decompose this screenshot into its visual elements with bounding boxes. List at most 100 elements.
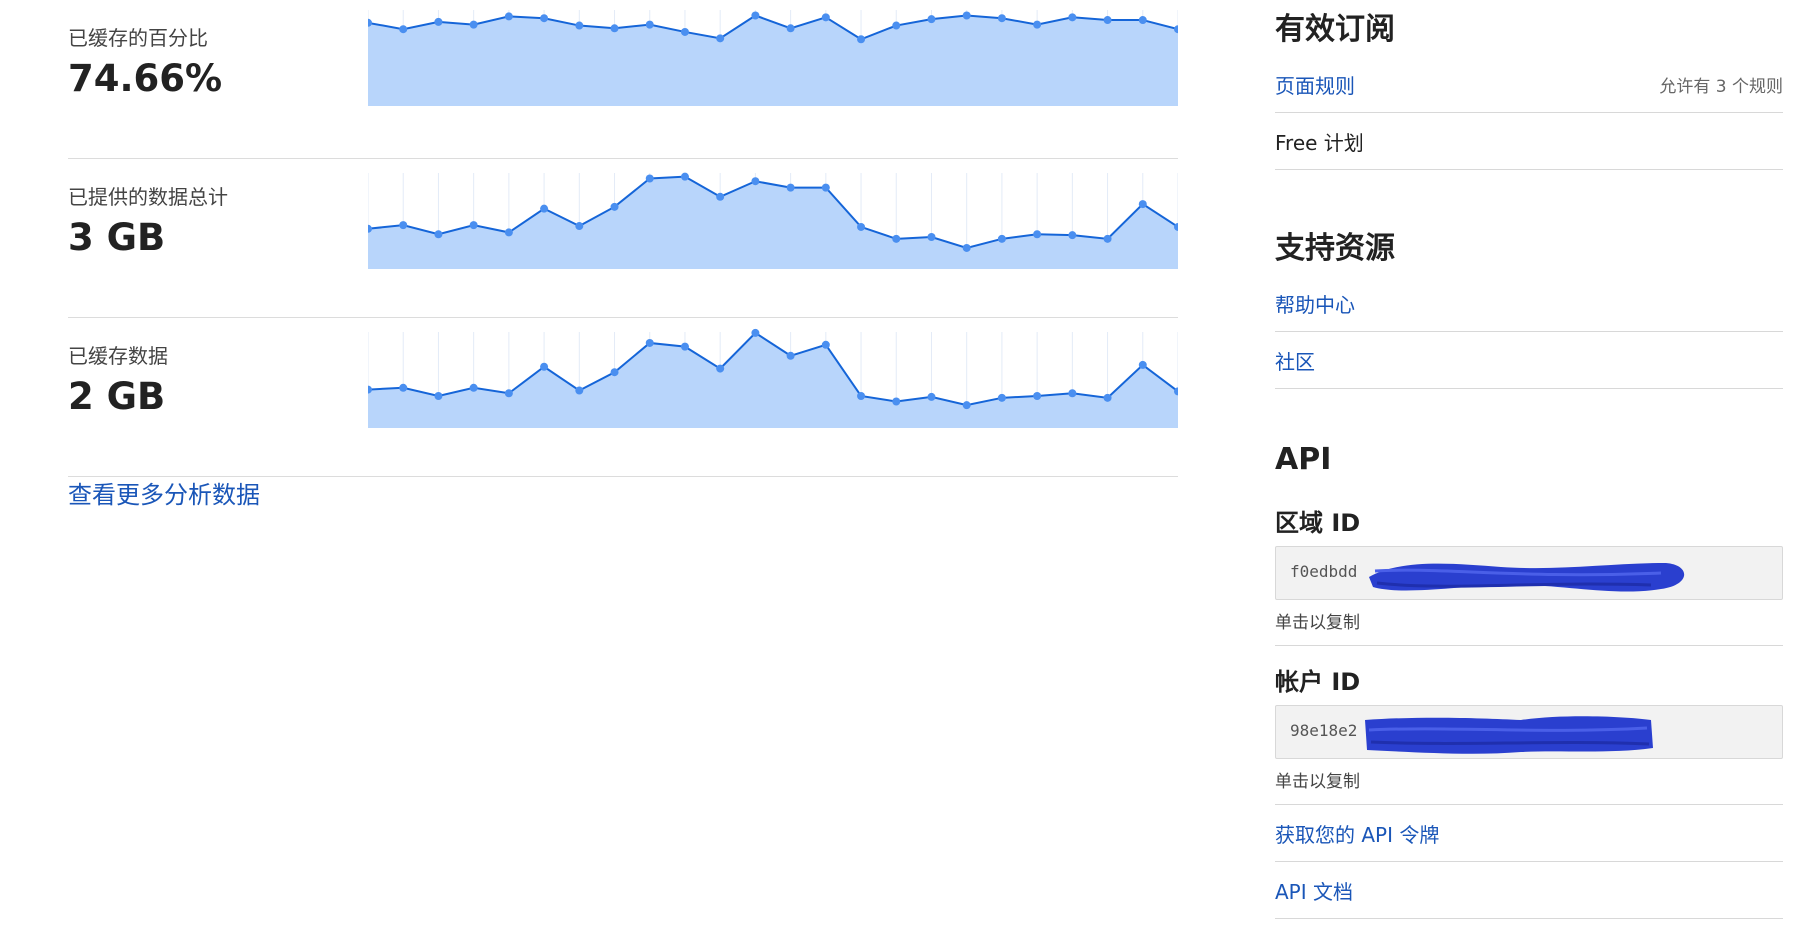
section-title: 支持资源 [1275,231,1395,266]
sparkline-point[interactable] [504,12,513,21]
sparkline-point[interactable] [469,221,478,230]
sparkline-point[interactable] [927,233,936,241]
api-section: API 区域 ID f0edbdd 单击以复制 帐户 ID 98e18e2 单击… [1275,442,1783,919]
sparkline-area [368,332,1178,428]
sparkline-point[interactable] [434,17,443,26]
sparkline-point[interactable] [1103,16,1112,25]
zone-id-label: 区域 ID [1275,509,1361,537]
sparkline-point[interactable] [997,234,1006,243]
sparkline-point[interactable] [1068,231,1077,240]
sparkline-point[interactable] [434,392,443,400]
sparkline-point[interactable] [575,386,584,395]
sparkline-area [368,15,1178,106]
sparkline-point[interactable] [1033,230,1042,239]
sparkline-point[interactable] [1103,393,1112,402]
sparkline-point[interactable] [857,35,866,44]
sparkline-point[interactable] [1033,20,1042,29]
sparkline-point[interactable] [892,234,901,243]
redaction-scribble [1369,563,1685,592]
help-center-item: 帮助中心 [1275,275,1783,332]
sparkline-point[interactable] [645,174,654,183]
sparkline-point[interactable] [821,13,830,22]
sparkline-point[interactable] [1138,360,1147,369]
sparkline-point[interactable] [610,202,619,211]
sparkline-point[interactable] [469,20,478,29]
sparkline-point[interactable] [892,397,901,406]
api-token-item: 获取您的 API 令牌 [1275,805,1783,862]
sparkline-point[interactable] [786,24,795,33]
sparkline-point[interactable] [786,351,795,360]
sparkline-point[interactable] [680,172,689,181]
subscriptions-section: 有效订阅 页面规则 允许有 3 个规则 Free 计划 [1275,4,1783,170]
sparkline-point[interactable] [821,183,830,192]
sparkline-point[interactable] [997,14,1006,23]
sparkline-point[interactable] [857,222,866,231]
sparkline-point[interactable] [927,15,936,24]
zone-id-field[interactable]: f0edbdd [1275,546,1783,600]
sparkline-point[interactable] [751,177,760,186]
sparkline-point[interactable] [1033,392,1042,400]
copy-hint: 单击以复制 [1275,613,1360,633]
sparkline-point[interactable] [962,401,971,410]
metric-value: 3 GB [68,216,166,259]
metric-label: 已提供的数据总计 [68,185,228,209]
metric-cached-percent: 已缓存的百分比 74.66% [68,0,1178,159]
sparkline-point[interactable] [399,25,408,34]
metric-cached-data: 已缓存数据 2 GB [68,318,1178,477]
page-rules-link[interactable]: 页面规则 [1275,70,1355,99]
sparkline-point[interactable] [716,192,725,201]
sparkline-total-served [368,172,1178,269]
sparkline-point[interactable] [962,243,971,252]
sparkline-point[interactable] [434,230,443,239]
community-item: 社区 [1275,332,1783,389]
sparkline-point[interactable] [962,11,971,20]
sparkline-point[interactable] [1068,13,1077,22]
analytics-panel: 已缓存的百分比 74.66% 已提供的数据总计 3 GB 已缓存数据 2 GB [68,0,1178,477]
sparkline-point[interactable] [399,221,408,230]
help-center-link[interactable]: 帮助中心 [1275,289,1355,318]
sparkline-point[interactable] [469,383,478,392]
sparkline-point[interactable] [786,183,795,192]
sparkline-point[interactable] [399,383,408,392]
community-link[interactable]: 社区 [1275,346,1315,375]
account-id-field[interactable]: 98e18e2 [1275,705,1783,759]
account-id-label: 帐户 ID [1275,668,1361,696]
sparkline-point[interactable] [716,34,725,43]
sparkline-point[interactable] [1068,389,1077,398]
sparkline-point[interactable] [645,20,654,29]
metric-label: 已缓存的百分比 [68,26,208,50]
sparkline-point[interactable] [575,21,584,30]
sparkline-point[interactable] [645,338,654,347]
sparkline-point[interactable] [1138,16,1147,25]
sparkline-point[interactable] [1138,200,1147,209]
copy-hint: 单击以复制 [1275,772,1360,792]
sparkline-point[interactable] [610,368,619,377]
sparkline-point[interactable] [857,392,866,400]
sparkline-point[interactable] [892,21,901,30]
sparkline-point[interactable] [751,11,760,20]
sparkline-point[interactable] [610,24,619,33]
page-rules-note: 允许有 3 个规则 [1659,76,1783,97]
account-id-value: 98e18e2 [1290,721,1358,740]
sparkline-point[interactable] [504,389,513,398]
sparkline-point[interactable] [540,14,549,23]
sparkline-point[interactable] [540,362,549,371]
sparkline-point[interactable] [540,204,549,213]
api-docs-item: API 文档 [1275,862,1783,919]
sparkline-point[interactable] [716,364,725,373]
sparkline-point[interactable] [1103,234,1112,243]
sparkline-point[interactable] [997,393,1006,402]
api-docs-link[interactable]: API 文档 [1275,876,1353,905]
get-api-token-link[interactable]: 获取您的 API 令牌 [1275,819,1439,848]
sparkline-point[interactable] [575,222,584,231]
sparkline-point[interactable] [821,340,830,349]
sparkline-point[interactable] [504,228,513,237]
sparkline-cached-data [368,328,1178,428]
view-more-analytics-link[interactable]: 查看更多分析数据 [68,475,260,510]
sparkline-point[interactable] [927,392,936,401]
section-title: API [1275,442,1332,477]
sparkline-point[interactable] [680,342,689,351]
sparkline-point[interactable] [751,328,760,337]
sparkline-point[interactable] [680,27,689,36]
zone-id-value: f0edbdd [1290,562,1358,581]
